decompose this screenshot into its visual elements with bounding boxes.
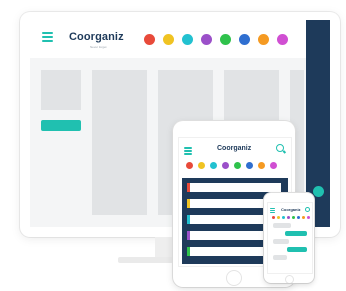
color-filter-dot[interactable] — [182, 34, 193, 45]
message-bubble — [273, 255, 287, 260]
color-filter-dot[interactable] — [272, 216, 275, 219]
phone-screen: Coorganiz — [267, 202, 313, 274]
search-icon[interactable] — [305, 207, 310, 212]
color-filter-dot[interactable] — [222, 162, 229, 169]
color-filter-dots — [272, 216, 310, 219]
message-bubble — [273, 223, 291, 228]
color-filter-dot[interactable] — [307, 216, 310, 219]
home-button — [285, 275, 294, 283]
color-filter-dots — [186, 162, 277, 169]
sidebar-placeholder-card — [41, 70, 81, 110]
app-logo: Coorganiz — [281, 207, 301, 212]
color-filter-dot[interactable] — [234, 162, 241, 169]
hamburger-menu-icon[interactable] — [184, 147, 192, 156]
color-filter-dot[interactable] — [144, 34, 155, 45]
add-board-button[interactable] — [41, 120, 81, 131]
board-column — [92, 70, 147, 215]
color-filter-dot[interactable] — [287, 216, 290, 219]
color-filter-dot[interactable] — [186, 162, 193, 169]
monitor-stand — [155, 237, 175, 259]
color-filter-dot[interactable] — [198, 162, 205, 169]
color-filter-dot[interactable] — [292, 216, 295, 219]
hamburger-menu-icon[interactable] — [42, 32, 53, 44]
color-filter-dot[interactable] — [246, 162, 253, 169]
color-filter-dot[interactable] — [258, 34, 269, 45]
color-filter-dot[interactable] — [297, 216, 300, 219]
hamburger-menu-icon[interactable] — [270, 208, 275, 214]
search-icon[interactable] — [276, 144, 284, 152]
color-filter-dot[interactable] — [277, 34, 288, 45]
color-filter-dot[interactable] — [258, 162, 265, 169]
sidebar-action-button[interactable] — [313, 186, 324, 197]
color-filter-dot[interactable] — [201, 34, 212, 45]
color-filter-dot[interactable] — [270, 162, 277, 169]
desktop-topbar: Coorganiz Never forget — [30, 20, 330, 58]
message-bubble — [273, 239, 289, 244]
message-bubble — [287, 247, 307, 252]
color-filter-dot[interactable] — [302, 216, 305, 219]
task-card[interactable] — [187, 183, 281, 192]
phone-device: Coorganiz — [264, 193, 314, 283]
color-filter-dot[interactable] — [220, 34, 231, 45]
app-logo: Coorganiz — [69, 31, 124, 43]
color-filter-dot[interactable] — [282, 216, 285, 219]
color-filter-dot[interactable] — [210, 162, 217, 169]
home-button — [226, 270, 242, 286]
message-bubble — [285, 231, 307, 236]
color-filter-dots — [144, 34, 288, 45]
color-filter-dot[interactable] — [277, 216, 280, 219]
app-logo: Coorganiz — [217, 145, 252, 152]
app-tagline: Never forget — [90, 45, 107, 49]
color-filter-dot[interactable] — [163, 34, 174, 45]
color-filter-dot[interactable] — [239, 34, 250, 45]
